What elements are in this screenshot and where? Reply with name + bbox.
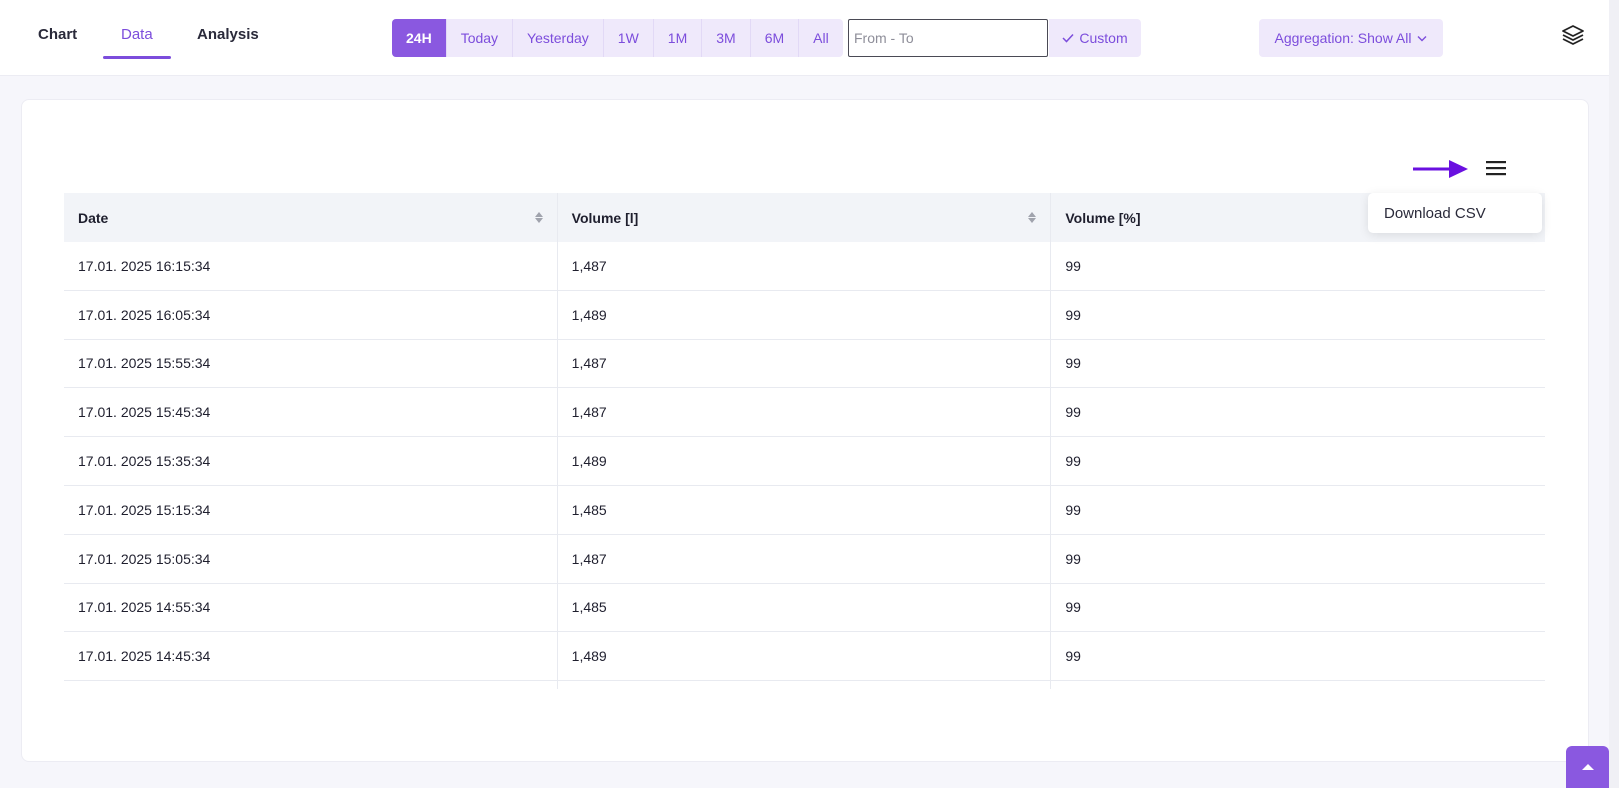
cell-date: 17.01. 2025 14:45:34 <box>64 632 558 681</box>
cell-volume-pct: 99 <box>1065 599 1081 616</box>
cell-date: 17.01. 2025 14:55:34 <box>64 583 558 632</box>
cell-date: 17.01. 2025 15:35:34 <box>64 437 558 485</box>
data-table: Date Volume [l] Volume [%] 17.01. 2025 1… <box>64 193 1545 689</box>
cell-volume-l: 1,487 <box>558 242 1052 290</box>
range-6m-button[interactable]: 6M <box>751 19 800 57</box>
cell-volume-pct: 99 <box>1065 355 1081 372</box>
range-1w-button[interactable]: 1W <box>604 19 654 57</box>
column-header-date[interactable]: Date <box>64 193 558 242</box>
cell-volume-pct <box>1051 681 1545 689</box>
cell-volume-l: 1,485 <box>558 485 1052 534</box>
range-yesterday-button[interactable]: Yesterday <box>513 19 604 57</box>
cell-date: 17.01. 2025 16:05:34 <box>64 290 558 339</box>
cell-volume-pct: 99 <box>1065 453 1081 470</box>
cell-date: 17.01. 2025 15:15:34 <box>64 485 558 534</box>
scrollbar[interactable] <box>1609 0 1619 788</box>
cell-volume-pct: 99 <box>1065 306 1081 323</box>
active-tab-indicator <box>103 56 171 59</box>
table-row: 17.01. 2025 15:35:34 1,489 99 <box>64 437 1545 486</box>
table-row: 17.01. 2025 14:55:34 1,485 99 <box>64 583 1545 633</box>
custom-range-label: Custom <box>1079 30 1128 46</box>
cell-volume-l <box>558 681 1052 689</box>
layers-button[interactable] <box>1561 24 1589 50</box>
table-row: 17.01. 2025 16:05:34 1,489 99 <box>64 290 1545 340</box>
cell-date <box>64 681 558 689</box>
tab-chart[interactable]: Chart <box>38 26 77 43</box>
scroll-to-top-button[interactable] <box>1566 746 1609 788</box>
tab-data[interactable]: Data <box>121 26 153 43</box>
table-row: 17.01. 2025 15:55:34 1,487 99 <box>64 339 1545 389</box>
range-3m-button[interactable]: 3M <box>702 19 751 57</box>
time-range-group: 24H Today Yesterday 1W 1M 3M 6M All <box>392 19 843 57</box>
top-bar: Chart Data Analysis 24H Today Yesterday … <box>0 0 1619 76</box>
range-today-button[interactable]: Today <box>447 19 514 57</box>
column-header-label: Volume [%] <box>1065 209 1141 226</box>
aggregation-label: Aggregation: Show All <box>1274 30 1412 46</box>
cell-date: 17.01. 2025 16:15:34 <box>64 242 558 290</box>
table-row: 17.01. 2025 14:45:34 1,489 99 <box>64 632 1545 682</box>
cell-volume-l: 1,489 <box>558 632 1052 681</box>
cell-volume-l: 1,489 <box>558 437 1052 485</box>
table-row <box>64 681 1545 689</box>
table-header: Date Volume [l] Volume [%] <box>64 193 1545 242</box>
range-24h-button[interactable]: 24H <box>392 19 447 57</box>
table-row: 17.01. 2025 16:15:34 1,487 99 <box>64 242 1545 291</box>
cell-volume-pct: 99 <box>1065 501 1081 518</box>
column-header-volume-l[interactable]: Volume [l] <box>558 193 1052 242</box>
column-header-label: Volume [l] <box>571 209 639 226</box>
arrow-right-icon <box>1413 160 1468 178</box>
cell-volume-l: 1,487 <box>558 339 1052 388</box>
date-range-input[interactable] <box>848 19 1048 57</box>
sort-icon[interactable] <box>1028 212 1037 223</box>
table-row: 17.01. 2025 15:15:34 1,485 99 <box>64 485 1545 535</box>
table-row: 17.01. 2025 15:05:34 1,487 99 <box>64 534 1545 584</box>
range-all-button[interactable]: All <box>799 19 843 57</box>
range-1m-button[interactable]: 1M <box>654 19 703 57</box>
check-icon <box>1062 33 1074 43</box>
cell-date: 17.01. 2025 15:55:34 <box>64 339 558 388</box>
cell-volume-l: 1,485 <box>558 583 1052 632</box>
cell-volume-l: 1,487 <box>558 534 1052 583</box>
cell-volume-pct: 99 <box>1065 404 1081 421</box>
download-csv-menu-item[interactable]: Download CSV <box>1368 193 1542 233</box>
hamburger-menu-icon <box>1486 161 1506 176</box>
custom-range-button[interactable]: Custom <box>1049 19 1141 57</box>
tab-analysis[interactable]: Analysis <box>197 26 259 43</box>
table-row: 17.01. 2025 15:45:34 1,487 99 <box>64 388 1545 438</box>
cell-volume-l: 1,489 <box>558 290 1052 339</box>
column-header-label: Date <box>78 209 109 226</box>
cell-date: 17.01. 2025 15:45:34 <box>64 388 558 437</box>
layers-icon <box>1562 25 1584 45</box>
cell-volume-l: 1,487 <box>558 388 1052 437</box>
aggregation-dropdown[interactable]: Aggregation: Show All <box>1259 19 1443 57</box>
chevron-down-icon <box>1417 35 1427 41</box>
cell-volume-pct: 99 <box>1065 550 1081 567</box>
caret-up-icon <box>1581 764 1594 770</box>
cell-date: 17.01. 2025 15:05:34 <box>64 534 558 583</box>
sort-icon[interactable] <box>534 212 543 223</box>
cell-volume-pct: 99 <box>1065 257 1081 274</box>
cell-volume-pct: 99 <box>1065 648 1081 665</box>
menu-button[interactable] <box>1484 156 1508 180</box>
